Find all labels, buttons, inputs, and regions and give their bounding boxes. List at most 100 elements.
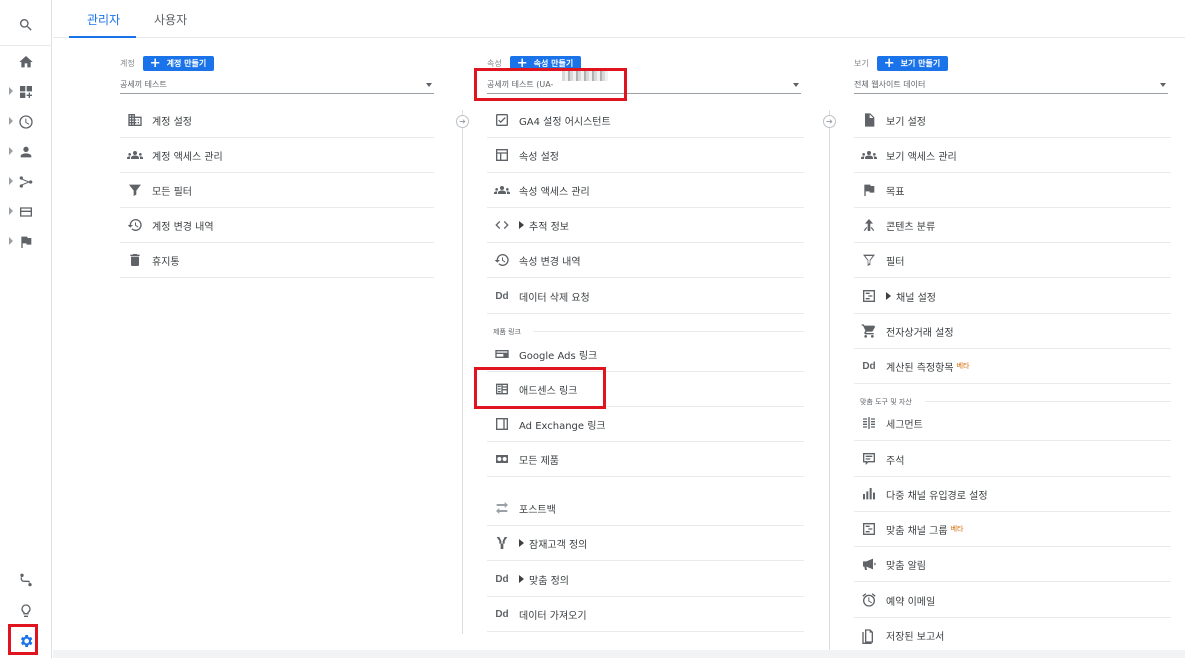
annotation-icon [860,450,878,468]
view-selector[interactable]: 전체 웹사이트 데이터 [854,76,1168,94]
item-label: 계정 설정 [152,116,192,128]
create-property-label: 속성 만들기 [533,58,574,68]
dd-icon: Dd [495,290,509,302]
item-label: Google Ads 링크 [519,350,598,362]
item-label: 보기 액세스 관리 [886,151,957,163]
product-links-heading: 제품 링크 [493,328,521,336]
history-icon [126,216,144,234]
admin-highlight-box [8,624,38,655]
custom-definitions-item[interactable]: Dd 맞춤 정의 [487,562,804,597]
people-icon [493,181,511,199]
search-icon[interactable] [0,12,52,38]
adsense-link-highlight [474,367,606,409]
dd-icon: Dd [495,573,509,585]
people-icon [860,146,878,164]
item-label: 보기 설정 [886,116,926,128]
mcf-settings-item[interactable]: 다중 채널 유입경로 설정 [854,477,1171,512]
left-nav-rail [0,0,52,658]
property-access-item[interactable]: 속성 액세스 관리 [487,173,804,208]
account-filters-item[interactable]: 모든 필터 [120,173,434,208]
all-products-icon [493,450,511,468]
item-label: 저장된 보고서 [886,632,945,643]
create-view-button[interactable]: + 보기 만들기 [876,55,949,71]
item-label: 속성 변경 내역 [519,256,581,268]
item-label: 세그먼트 [886,419,923,431]
audience-def-icon [493,534,511,552]
calculated-metrics-item[interactable]: Dd 계산된 측정항목 베타 [854,349,1171,384]
customization-icon[interactable] [0,79,52,105]
cart-icon [860,322,878,340]
trash-item[interactable]: 휴지통 [120,243,434,278]
item-label: 콘텐츠 분류 [886,221,936,233]
flag-icon [860,181,878,199]
acquisition-icon[interactable] [0,169,52,195]
all-products-item[interactable]: 모든 제품 [487,442,804,477]
data-deletion-item[interactable]: Dd 데이터 삭제 요청 [487,279,804,314]
account-label: 계정 [120,58,135,68]
tracking-info-item[interactable]: 추적 정보 [487,208,804,243]
discover-icon[interactable] [0,598,52,624]
item-label: 계산된 측정항목 [886,362,954,374]
account-selector[interactable]: 공세끼 테스트 [120,76,434,94]
attribution-icon[interactable] [0,567,52,593]
saved-reports-item[interactable]: 저장된 보고서 [854,618,1171,653]
arrow-right-icon: ➔ [823,115,836,128]
channel-icon [860,520,878,538]
top-tab-bar: 관리자 사용자 [53,0,1185,38]
expand-triangle-icon [886,292,891,300]
section-divider [925,401,1171,402]
account-access-item[interactable]: 계정 액세스 관리 [120,138,434,173]
home-icon[interactable] [0,49,52,75]
view-label: 보기 [854,58,869,68]
create-account-label: 계정 만들기 [166,58,207,68]
account-settings-item[interactable]: 계정 설정 [120,103,434,138]
chevron-down-icon [426,83,432,87]
active-tab-indicator [69,36,136,38]
property-history-item[interactable]: 속성 변경 내역 [487,243,804,278]
realtime-icon[interactable] [0,109,52,135]
create-account-button[interactable]: + 계정 만들기 [142,55,215,71]
conversions-icon[interactable] [0,229,52,255]
tab-admin[interactable]: 관리자 [87,11,120,28]
audience-icon[interactable] [0,139,52,165]
trash-icon [126,251,144,269]
dd-icon: Dd [495,608,509,620]
checkbox-icon [493,111,511,129]
ecommerce-settings-item[interactable]: 전자상거래 설정 [854,314,1171,349]
custom-channel-grouping-item[interactable]: 맞춤 채널 그룹 베타 [854,512,1171,547]
arrow-right-icon: ➔ [456,115,469,128]
custom-alerts-item[interactable]: 맞춤 알림 [854,547,1171,582]
chevron-down-icon [793,83,799,87]
property-settings-item[interactable]: 속성 설정 [487,138,804,173]
document-icon [860,111,878,129]
account-history-item[interactable]: 계정 변경 내역 [120,208,434,243]
content-group-icon [860,216,878,234]
data-import-item[interactable]: Dd 데이터 가져오기 [487,597,804,632]
scheduled-emails-item[interactable]: 예약 이메일 [854,583,1171,618]
layout-icon [493,146,511,164]
section-divider [533,331,804,332]
item-label: 잠재고객 정의 [529,539,588,551]
ga4-setup-assistant-item[interactable]: GA4 설정 어시스턴트 [487,103,804,138]
view-selector-value: 전체 웹사이트 데이터 [854,80,926,89]
annotations-item[interactable]: 주석 [854,442,1171,477]
view-access-item[interactable]: 보기 액세스 관리 [854,138,1171,173]
code-icon [493,216,511,234]
goals-item[interactable]: 목표 [854,173,1171,208]
item-label: 목표 [886,186,905,198]
channel-settings-item[interactable]: 채널 설정 [854,279,1171,314]
item-label: 포스트백 [519,504,556,516]
chevron-down-icon [1160,83,1166,87]
property-selector-highlight [474,68,627,101]
bar-chart-icon [860,485,878,503]
content-grouping-item[interactable]: 콘텐츠 분류 [854,208,1171,243]
segments-item[interactable]: 세그먼트 [854,406,1171,441]
view-filters-item[interactable]: 필터 [854,243,1171,278]
tab-user[interactable]: 사용자 [154,11,187,28]
audience-definitions-item[interactable]: 잠재고객 정의 [487,526,804,561]
postback-item[interactable]: 포스트백 [487,491,804,526]
building-icon [126,111,144,129]
ad-exchange-link-item[interactable]: Ad Exchange 링크 [487,407,804,442]
view-settings-item[interactable]: 보기 설정 [854,103,1171,138]
behavior-icon[interactable] [0,199,52,225]
